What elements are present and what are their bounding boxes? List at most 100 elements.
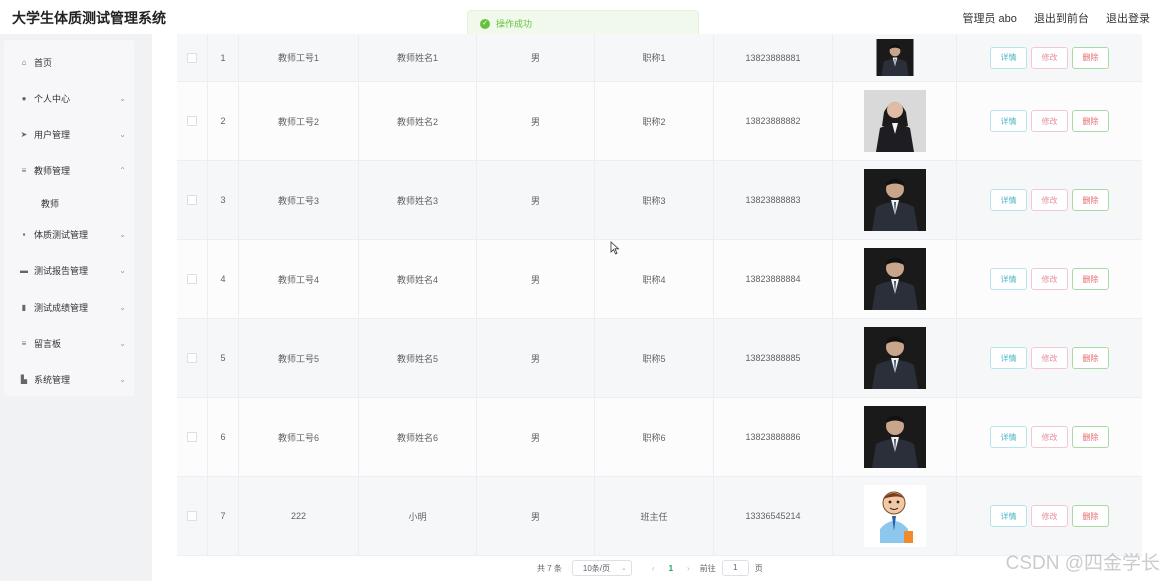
sidebar-item-label: 测试成绩管理 [34,302,89,313]
sidebar-item-personal[interactable]: ● 个人中心 ⌄ [4,87,134,109]
table-row: 5 教师工号5 教师姓名5 男职称5 13823888885 详情 修改 删除 [177,319,1142,398]
sidebar-item-users[interactable]: ➤ 用户管理 ⌄ [4,123,134,145]
prev-page-icon[interactable]: ‹ [652,564,655,573]
teacher-no: 教师工号6 [239,398,359,476]
page-size-select[interactable]: 10条/页 ⌄ [571,560,632,576]
delete-button[interactable]: 删除 [1072,347,1109,369]
table-row: 7 222 小明男班主任 13336545214 详情 修改 删除 [177,477,1142,556]
edit-button[interactable]: 修改 [1031,505,1068,527]
teacher-photo [864,169,926,231]
teacher-title: 职称1 [595,34,714,81]
sidebar-item-label: 测试报告管理 [34,265,89,276]
monitor-icon: ▬ [20,265,28,275]
row-checkbox-cell [177,240,208,318]
toast-message: 操作成功 [496,19,533,29]
teacher-table: 1 教师工号1 教师姓名1 男职称1 13823888881 详情 修改 删除 2 教师工号2 教师… [177,34,1142,556]
delete-button[interactable]: 删除 [1072,110,1109,132]
row-actions: 详情 修改 删除 [957,240,1142,318]
row-checkbox-cell [177,34,208,81]
row-checkbox[interactable] [187,195,197,205]
next-page-icon[interactable]: › [687,564,690,573]
teacher-phone: 13823888882 [714,82,833,160]
user-label: 管理员 abo [962,13,1017,25]
delete-button[interactable]: 删除 [1072,505,1109,527]
detail-button[interactable]: 详情 [990,46,1027,69]
row-checkbox-cell [177,398,208,476]
teacher-photo-cell [833,398,957,476]
teacher-photo [864,406,926,468]
teacher-name: 教师姓名6 [359,398,477,476]
edit-button[interactable]: 修改 [1031,347,1068,369]
edit-button[interactable]: 修改 [1031,268,1068,290]
sidebar-subitem-teacher[interactable]: 教师 [41,197,59,210]
goto-page-input[interactable]: 1 [721,560,749,576]
pager-current-page[interactable]: 1 [669,564,673,573]
teacher-photo [864,485,926,547]
row-actions: 详情 修改 删除 [957,319,1142,397]
teacher-photo [864,90,926,152]
teacher-title: 职称6 [595,398,714,476]
teacher-sex: 男 [477,161,595,239]
teacher-no: 教师工号2 [239,82,359,160]
edit-button[interactable]: 修改 [1031,46,1068,69]
sidebar-item-scores[interactable]: ▮ 测试成绩管理 ⌄ [4,296,134,318]
detail-button[interactable]: 详情 [990,268,1027,290]
row-checkbox[interactable] [187,52,197,63]
teacher-photo [864,39,926,76]
chevron-down-icon: ⌄ [621,565,627,572]
detail-button[interactable]: 详情 [990,110,1027,132]
teacher-photo [864,327,926,389]
to-front-link[interactable]: 退出到前台 [1034,13,1089,25]
edit-button[interactable]: 修改 [1031,110,1068,132]
sidebar-item-label: 个人中心 [34,93,71,104]
teacher-no: 教师工号4 [239,240,359,318]
check-icon: ✓ [480,18,490,29]
row-actions: 详情 修改 删除 [957,34,1142,81]
chevron-down-icon: ⌄ [119,338,126,348]
delete-button[interactable]: 删除 [1072,46,1109,69]
sidebar-item-label: 用户管理 [34,129,71,140]
row-checkbox[interactable] [187,432,197,442]
teacher-name: 教师姓名3 [359,161,477,239]
clipboard-icon: ▮ [21,302,27,312]
user-icon: ● [21,93,27,103]
detail-button[interactable]: 详情 [990,347,1027,369]
teacher-sex: 男 [477,82,595,160]
teacher-sex: 男 [477,34,595,81]
detail-button[interactable]: 详情 [990,426,1027,448]
sidebar-item-system[interactable]: ▙ 系统管理 ⌄ [4,368,134,390]
sidebar-item-label: 教师管理 [34,165,71,176]
success-toast: ✓ 操作成功 [467,10,699,37]
detail-button[interactable]: 详情 [990,189,1027,211]
teacher-phone: 13336545214 [714,477,833,555]
delete-button[interactable]: 删除 [1072,189,1109,211]
row-checkbox-cell [177,82,208,160]
row-checkbox[interactable] [187,511,197,521]
row-checkbox[interactable] [187,274,197,284]
detail-button[interactable]: 详情 [990,505,1027,527]
teacher-title: 职称3 [595,161,714,239]
sidebar-item-fitness-test[interactable]: ▪ 体质测试管理 ⌄ [4,223,134,245]
row-checkbox[interactable] [187,116,197,126]
delete-button[interactable]: 删除 [1072,268,1109,290]
teacher-name: 小明 [359,477,477,555]
pagination: 共 7 条 10条/页 ⌄ ‹ 1 › 前往 1 页 [537,559,763,577]
delete-button[interactable]: 删除 [1072,426,1109,448]
edit-button[interactable]: 修改 [1031,189,1068,211]
teacher-title: 职称5 [595,319,714,397]
row-index: 2 [208,82,239,160]
teacher-phone: 13823888886 [714,398,833,476]
row-index: 6 [208,398,239,476]
row-checkbox[interactable] [187,353,197,363]
chevron-down-icon: ⌄ [119,129,126,139]
teacher-title: 职称2 [595,82,714,160]
edit-button[interactable]: 修改 [1031,426,1068,448]
sidebar-item-home[interactable]: ⌂ 首页 [4,51,134,73]
sidebar-item-report[interactable]: ▬ 测试报告管理 ⌄ [4,259,134,281]
sidebar-item-messages[interactable]: ≡ 留言板 ⌄ [4,332,134,354]
teacher-photo [864,248,926,310]
teacher-name: 教师姓名2 [359,82,477,160]
logout-link[interactable]: 退出登录 [1106,13,1150,25]
teacher-no: 教师工号1 [239,34,359,81]
sidebar-item-teachers[interactable]: ≡ 教师管理 ⌃ [4,159,134,181]
